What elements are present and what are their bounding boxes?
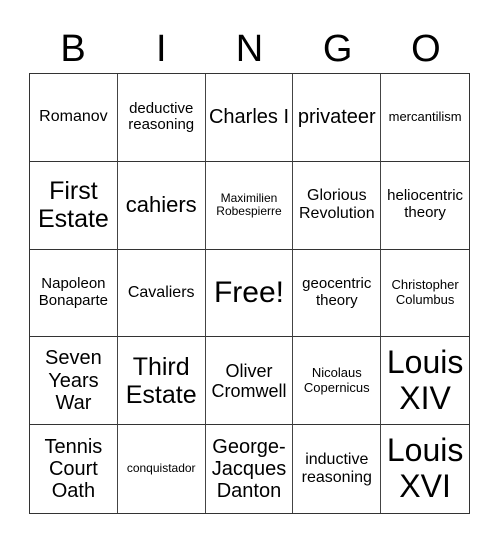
header-letter-g: G	[322, 28, 353, 70]
bingo-cell[interactable]: deductive reasoning	[117, 74, 206, 162]
header-letter-n: N	[235, 28, 264, 70]
bingo-cell[interactable]: George-Jacques Danton	[206, 425, 294, 513]
bingo-cell[interactable]: inductive reasoning	[293, 425, 382, 513]
bingo-cell[interactable]: Seven Years War	[30, 337, 118, 426]
bingo-cell[interactable]: heliocentric theory	[381, 162, 469, 250]
bingo-cell[interactable]: privateer	[293, 74, 382, 162]
bingo-cell[interactable]: mercantilism	[381, 74, 469, 162]
bingo-cell[interactable]: Cavaliers	[117, 249, 206, 338]
bingo-cell[interactable]: Third Estate	[117, 337, 206, 426]
bingo-cell[interactable]: Louis XVI	[381, 425, 469, 513]
bingo-cell[interactable]: Tennis Court Oath	[30, 425, 118, 513]
bingo-cell[interactable]: Napoleon Bonaparte	[30, 249, 118, 338]
bingo-cell[interactable]: Christopher Columbus	[381, 250, 469, 338]
header-letter-i: I	[156, 28, 167, 70]
bingo-cell[interactable]: Oliver Cromwell	[205, 337, 294, 426]
bingo-cell[interactable]: Charles I	[205, 74, 294, 162]
bingo-cell[interactable]: Glorious Revolution	[293, 161, 382, 250]
bingo-cell[interactable]: Maximilien Robespierre	[205, 161, 294, 250]
bingo-cell[interactable]: geocentric theory	[293, 249, 382, 338]
bingo-cell[interactable]: conquistador	[118, 425, 206, 513]
free-space[interactable]: Free!	[205, 249, 294, 338]
bingo-cell[interactable]: First Estate	[30, 161, 118, 250]
header-letter-b: B	[60, 28, 86, 70]
bingo-grid: Romanov deductive reasoning Charles I pr…	[29, 73, 470, 514]
bingo-cell[interactable]: cahiers	[117, 161, 206, 250]
bingo-cell[interactable]: Nicolaus Copernicus	[293, 337, 382, 426]
header-letter-o: O	[411, 28, 441, 70]
bingo-header: B I N G O	[29, 25, 470, 73]
bingo-cell[interactable]: Romanov	[30, 74, 118, 162]
bingo-cell[interactable]: Louis XIV	[381, 337, 469, 426]
